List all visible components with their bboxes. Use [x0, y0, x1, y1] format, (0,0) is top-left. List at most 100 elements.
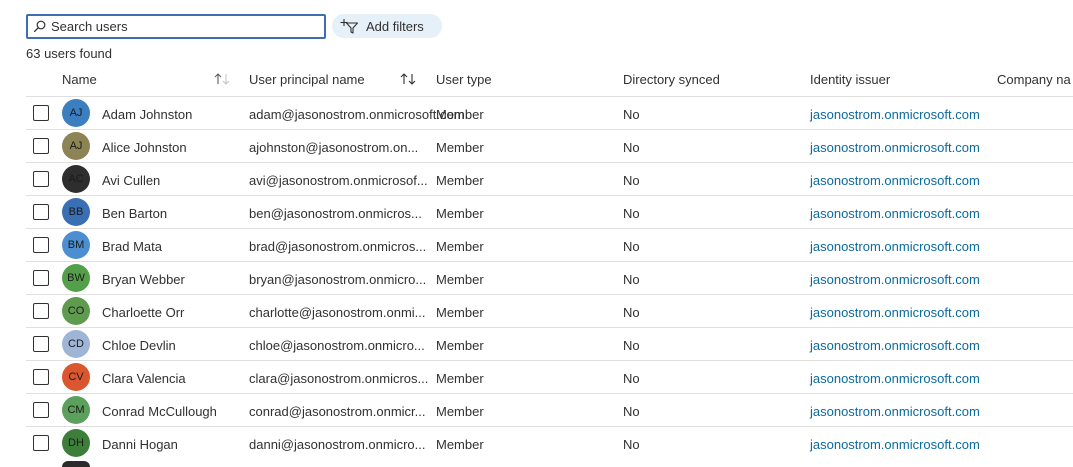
search-icon — [33, 20, 46, 33]
table-row[interactable]: BM Brad Mata brad@jasonostrom.onmicros... M… — [26, 228, 1073, 261]
column-header-identity-issuer[interactable]: Identity issuer — [810, 72, 890, 87]
user-principal-name: charlotte@jasonostrom.onmi... — [249, 305, 426, 320]
user-name[interactable]: Chloe Devlin — [102, 338, 176, 353]
identity-issuer-link[interactable]: jasonostrom.onmicrosoft.com — [810, 338, 980, 353]
identity-issuer-link[interactable]: jasonostrom.onmicrosoft.com — [810, 437, 980, 452]
directory-synced: No — [623, 239, 640, 254]
table-row[interactable]: CD Chloe Devlin chloe@jasonostrom.onmicro.… — [26, 327, 1073, 360]
user-type: Member — [436, 107, 484, 122]
user-principal-name: bryan@jasonostrom.onmicro... — [249, 272, 427, 287]
search-box[interactable] — [26, 14, 326, 39]
user-name[interactable]: Danni Hogan — [102, 437, 178, 452]
search-input[interactable] — [51, 19, 301, 34]
avatar: CV — [62, 363, 90, 391]
directory-synced: No — [623, 305, 640, 320]
user-type: Member — [436, 371, 484, 386]
identity-issuer-link[interactable]: jasonostrom.onmicrosoft.com — [810, 173, 980, 188]
table-row[interactable]: AJ Adam Johnston adam@jasonostrom.onmicros… — [26, 96, 1073, 129]
directory-synced: No — [623, 206, 640, 221]
directory-synced: No — [623, 437, 640, 452]
directory-synced: No — [623, 107, 640, 122]
sort-icon[interactable] — [399, 72, 419, 86]
user-count: 63 users found — [26, 46, 113, 61]
table-row[interactable]: CO Charloette Orr charlotte@jasonostrom.on… — [26, 294, 1073, 327]
sort-icon[interactable] — [213, 72, 233, 86]
user-name[interactable]: Avi Cullen — [102, 173, 160, 188]
user-name[interactable]: Ben Barton — [102, 206, 167, 221]
directory-synced: No — [623, 338, 640, 353]
user-name[interactable]: Bryan Webber — [102, 272, 185, 287]
row-checkbox[interactable] — [33, 402, 49, 418]
directory-synced: No — [623, 404, 640, 419]
column-header-directory-synced[interactable]: Directory synced — [623, 72, 720, 87]
directory-synced: No — [623, 173, 640, 188]
column-header-name[interactable]: Name — [62, 72, 97, 87]
avatar: CO — [62, 297, 90, 325]
user-type: Member — [436, 239, 484, 254]
avatar: CM — [62, 396, 90, 424]
table-row[interactable]: DH Danni Hogan danni@jasonostrom.onmicro..… — [26, 426, 1073, 459]
user-type: Member — [436, 173, 484, 188]
user-principal-name: conrad@jasonostrom.onmicr... — [249, 404, 426, 419]
user-type: Member — [436, 206, 484, 221]
user-principal-name: ajohnston@jasonostrom.on... — [249, 140, 419, 155]
identity-issuer-link[interactable]: jasonostrom.onmicrosoft.com — [810, 272, 980, 287]
add-filters-label: Add filters — [366, 18, 424, 34]
user-name[interactable]: Adam Johnston — [102, 107, 192, 122]
table-row[interactable]: CM Conrad McCullough conrad@jasonostrom.on… — [26, 393, 1073, 426]
row-checkbox[interactable] — [33, 138, 49, 154]
identity-issuer-link[interactable]: jasonostrom.onmicrosoft.com — [810, 305, 980, 320]
identity-issuer-link[interactable]: jasonostrom.onmicrosoft.com — [810, 206, 980, 221]
identity-issuer-link[interactable]: jasonostrom.onmicrosoft.com — [810, 404, 980, 419]
table-row[interactable]: BW Bryan Webber bryan@jasonostrom.onmicro.… — [26, 261, 1073, 294]
user-type: Member — [436, 404, 484, 419]
user-principal-name: brad@jasonostrom.onmicros... — [249, 239, 427, 254]
user-principal-name: clara@jasonostrom.onmicros... — [249, 371, 429, 386]
user-name[interactable]: Alice Johnston — [102, 140, 187, 155]
user-name[interactable]: Clara Valencia — [102, 371, 186, 386]
user-principal-name: ben@jasonostrom.onmicros... — [249, 206, 422, 221]
user-type: Member — [436, 272, 484, 287]
column-header-upn[interactable]: User principal name — [249, 72, 365, 87]
column-header-company-name[interactable]: Company na — [997, 72, 1071, 87]
user-principal-name: danni@jasonostrom.onmicro... — [249, 437, 426, 452]
row-checkbox[interactable] — [33, 435, 49, 451]
row-checkbox[interactable] — [33, 270, 49, 286]
user-principal-name: avi@jasonostrom.onmicrosof... — [249, 173, 428, 188]
row-checkbox[interactable] — [33, 204, 49, 220]
row-checkbox[interactable] — [33, 237, 49, 253]
avatar: DH — [62, 429, 90, 457]
row-checkbox[interactable] — [33, 369, 49, 385]
identity-issuer-link[interactable]: jasonostrom.onmicrosoft.com — [810, 371, 980, 386]
user-name[interactable]: Charloette Orr — [102, 305, 184, 320]
add-filters-button[interactable]: Add filters — [332, 14, 442, 38]
user-type: Member — [436, 338, 484, 353]
user-principal-name: adam@jasonostrom.onmicrosoft.com — [249, 107, 465, 122]
avatar: AJ — [62, 132, 90, 160]
table-row[interactable]: CV Clara Valencia clara@jasonostrom.onmicr… — [26, 360, 1073, 393]
row-checkbox[interactable] — [33, 303, 49, 319]
directory-synced: No — [623, 140, 640, 155]
user-name[interactable]: Brad Mata — [102, 239, 162, 254]
row-checkbox[interactable] — [33, 105, 49, 121]
identity-issuer-link[interactable]: jasonostrom.onmicrosoft.com — [810, 140, 980, 155]
users-table: AJ Adam Johnston adam@jasonostrom.onmicros… — [26, 96, 1073, 467]
avatar: BW — [62, 264, 90, 292]
table-row[interactable]: AC Avi Cullen avi@jasonostrom.onmicrosof..… — [26, 162, 1073, 195]
directory-synced: No — [623, 272, 640, 287]
user-type: Member — [436, 140, 484, 155]
row-checkbox[interactable] — [33, 336, 49, 352]
table-row[interactable]: AJ Alice Johnston ajohnston@jasonostrom.on… — [26, 129, 1073, 162]
user-principal-name: chloe@jasonostrom.onmicro... — [249, 338, 425, 353]
user-type: Member — [436, 437, 484, 452]
avatar: AC — [62, 165, 90, 193]
user-name[interactable]: Conrad McCullough — [102, 404, 217, 419]
identity-issuer-link[interactable]: jasonostrom.onmicrosoft.com — [810, 107, 980, 122]
avatar: CD — [62, 330, 90, 358]
row-checkbox[interactable] — [33, 171, 49, 187]
add-filter-icon — [340, 19, 359, 34]
identity-issuer-link[interactable]: jasonostrom.onmicrosoft.com — [810, 239, 980, 254]
avatar: BB — [62, 198, 90, 226]
column-header-user-type[interactable]: User type — [436, 72, 492, 87]
table-row[interactable]: BB Ben Barton ben@jasonostrom.onmicros... M… — [26, 195, 1073, 228]
